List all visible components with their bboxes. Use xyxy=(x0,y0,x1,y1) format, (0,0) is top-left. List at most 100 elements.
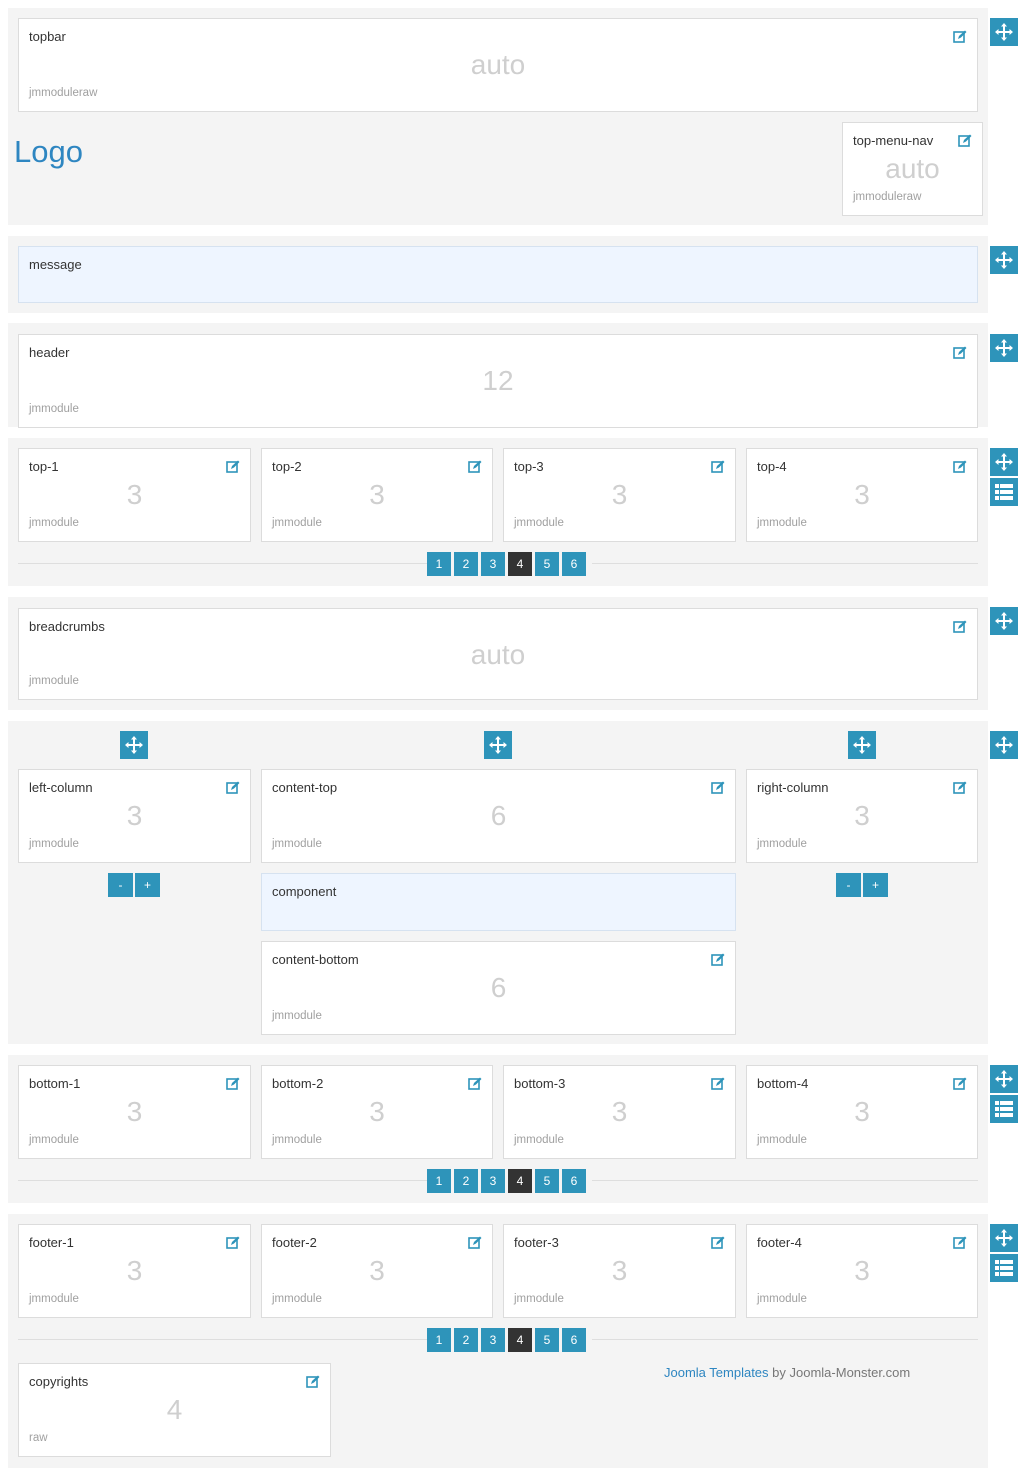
increase-width-button[interactable]: + xyxy=(863,873,888,897)
position-size: 12 xyxy=(482,365,514,396)
edit-icon[interactable] xyxy=(226,1077,240,1091)
page-button[interactable]: 6 xyxy=(562,552,586,576)
page-button-active[interactable]: 4 xyxy=(508,552,532,576)
position-size: 3 xyxy=(126,800,143,831)
page-button[interactable]: 5 xyxy=(535,1169,559,1193)
page-button[interactable]: 1 xyxy=(427,552,451,576)
edit-icon[interactable] xyxy=(468,1077,482,1091)
top-1-position[interactable]: top-1 3 jmmodule xyxy=(18,448,251,542)
position-size: auto xyxy=(470,639,526,670)
row-layout-button[interactable] xyxy=(990,478,1018,506)
right-column-position[interactable]: right-column 3 jmmodule xyxy=(746,769,978,863)
edit-icon[interactable] xyxy=(953,1077,967,1091)
position-name: content-bottom xyxy=(272,952,359,967)
row-move-handle[interactable] xyxy=(990,1224,1018,1252)
page-button[interactable]: 2 xyxy=(454,1169,478,1193)
position-size: 3 xyxy=(611,479,628,510)
page-button[interactable]: 2 xyxy=(454,552,478,576)
bottom-1-position[interactable]: bottom-1 3 jmmodule xyxy=(18,1065,251,1159)
position-name: top-2 xyxy=(272,459,302,474)
footer-3-position[interactable]: footer-3 3 jmmodule xyxy=(503,1224,736,1318)
footer-credit: Joomla Templates by Joomla-Monster.com xyxy=(664,1365,910,1380)
position-name: top-menu-nav xyxy=(853,133,934,148)
page-button[interactable]: 3 xyxy=(481,1169,505,1193)
edit-icon[interactable] xyxy=(226,781,240,795)
footer-2-position[interactable]: footer-2 3 jmmodule xyxy=(261,1224,493,1318)
increase-width-button[interactable]: + xyxy=(135,873,160,897)
row-move-handle[interactable] xyxy=(990,448,1018,476)
edit-icon[interactable] xyxy=(953,620,967,634)
header-position[interactable]: header 12 jmmodule xyxy=(18,334,978,428)
page-button[interactable]: 5 xyxy=(535,552,559,576)
left-column-position[interactable]: left-column 3 jmmodule xyxy=(18,769,251,863)
edit-icon[interactable] xyxy=(711,1236,725,1250)
page-button[interactable]: 1 xyxy=(427,1169,451,1193)
row-move-handle[interactable] xyxy=(990,731,1018,759)
topbar-position[interactable]: topbar auto jmmoduleraw xyxy=(18,18,978,112)
position-name: left-column xyxy=(29,780,93,795)
row-move-handle[interactable] xyxy=(990,246,1018,274)
edit-icon[interactable] xyxy=(711,953,725,967)
footer-4-position[interactable]: footer-4 3 jmmodule xyxy=(746,1224,978,1318)
page-button[interactable]: 3 xyxy=(481,552,505,576)
position-size: 3 xyxy=(854,1096,870,1127)
top-4-position[interactable]: top-4 3 jmmodule xyxy=(746,448,978,542)
edit-icon[interactable] xyxy=(226,1236,240,1250)
list-icon xyxy=(995,484,1013,500)
row-move-handle[interactable] xyxy=(990,18,1018,46)
edit-icon[interactable] xyxy=(711,460,725,474)
edit-icon[interactable] xyxy=(953,781,967,795)
edit-icon[interactable] xyxy=(953,346,967,360)
top-2-position[interactable]: top-2 3 jmmodule xyxy=(261,448,493,542)
bottom-2-position[interactable]: bottom-2 3 jmmodule xyxy=(261,1065,493,1159)
page-button[interactable]: 5 xyxy=(535,1328,559,1352)
footer-1-position[interactable]: footer-1 3 jmmodule xyxy=(18,1224,251,1318)
page-button[interactable]: 6 xyxy=(562,1169,586,1193)
row-footer: footer-1 3 jmmodule footer-2 3 jmmodule … xyxy=(8,1214,988,1468)
right-column-move-handle[interactable] xyxy=(848,731,876,759)
position-size: 3 xyxy=(854,1255,870,1286)
position-size: 3 xyxy=(369,1096,385,1127)
edit-icon[interactable] xyxy=(306,1375,320,1389)
page-button-active[interactable]: 4 xyxy=(508,1169,532,1193)
bottom-3-position[interactable]: bottom-3 3 jmmodule xyxy=(503,1065,736,1159)
edit-icon[interactable] xyxy=(953,1236,967,1250)
page-button[interactable]: 1 xyxy=(427,1328,451,1352)
position-size: 4 xyxy=(166,1394,183,1425)
position-size: 3 xyxy=(126,1255,143,1286)
decrease-width-button[interactable]: - xyxy=(108,873,133,897)
content-bottom-position[interactable]: content-bottom 6 jmmodule xyxy=(261,941,736,1035)
bottom-4-position[interactable]: bottom-4 3 jmmodule xyxy=(746,1065,978,1159)
row-layout-button[interactable] xyxy=(990,1254,1018,1282)
decrease-width-button[interactable]: - xyxy=(836,873,861,897)
content-move-handle[interactable] xyxy=(484,731,512,759)
move-arrows-icon xyxy=(995,612,1013,630)
edit-icon[interactable] xyxy=(711,1077,725,1091)
page-button[interactable]: 6 xyxy=(562,1328,586,1352)
row-layout-button[interactable] xyxy=(990,1095,1018,1123)
top-menu-nav-position[interactable]: top-menu-nav auto jmmoduleraw xyxy=(842,122,983,216)
row-move-handle[interactable] xyxy=(990,607,1018,635)
copyrights-position[interactable]: copyrights 4 raw xyxy=(18,1363,331,1457)
left-column-move-handle[interactable] xyxy=(120,731,148,759)
position-name: footer-1 xyxy=(29,1235,74,1250)
edit-icon[interactable] xyxy=(711,781,725,795)
edit-icon[interactable] xyxy=(468,1236,482,1250)
page-button[interactable]: 2 xyxy=(454,1328,478,1352)
edit-icon[interactable] xyxy=(226,460,240,474)
row-move-handle[interactable] xyxy=(990,1065,1018,1093)
page-button[interactable]: 3 xyxy=(481,1328,505,1352)
top-3-position[interactable]: top-3 3 jmmodule xyxy=(503,448,736,542)
edit-icon[interactable] xyxy=(468,460,482,474)
edit-icon[interactable] xyxy=(958,134,972,148)
position-type: jmmodule xyxy=(29,675,79,687)
content-top-position[interactable]: content-top 6 jmmodule xyxy=(261,769,736,863)
edit-icon[interactable] xyxy=(953,30,967,44)
edit-icon[interactable] xyxy=(953,460,967,474)
page-button-active[interactable]: 4 xyxy=(508,1328,532,1352)
position-type: jmmodule xyxy=(757,1134,807,1146)
row-move-handle[interactable] xyxy=(990,334,1018,362)
joomla-templates-link[interactable]: Joomla Templates xyxy=(664,1365,769,1380)
position-size: 3 xyxy=(854,479,870,510)
breadcrumbs-position[interactable]: breadcrumbs auto jmmodule xyxy=(18,608,978,700)
